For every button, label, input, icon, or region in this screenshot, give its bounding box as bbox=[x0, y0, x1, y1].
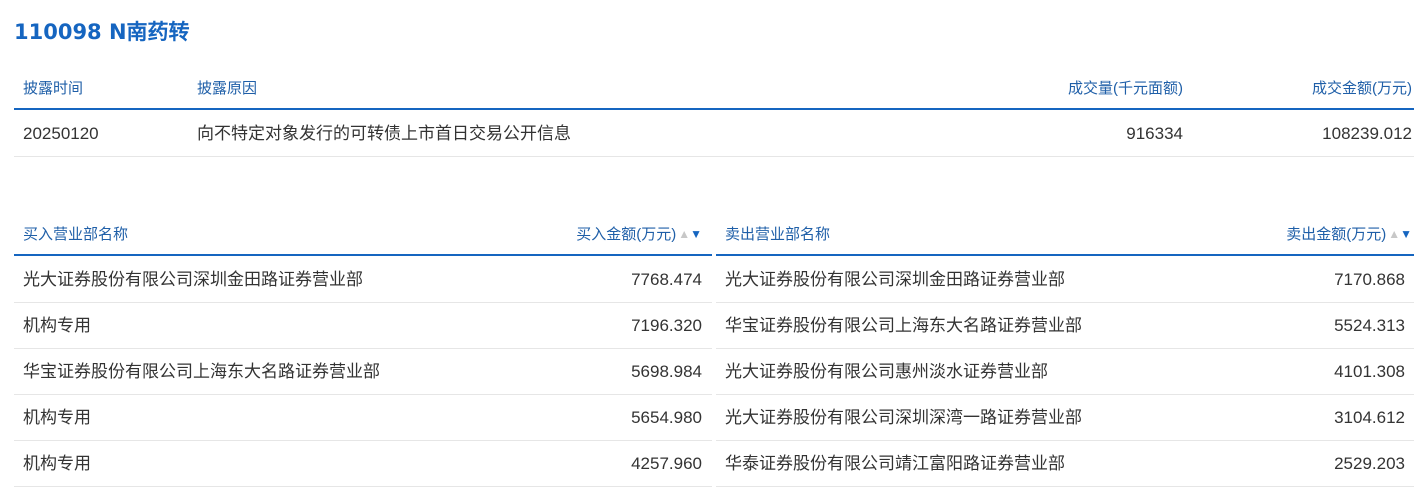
sort-descending-icon[interactable]: ▼ bbox=[690, 227, 702, 241]
cell-sell-amount: 2529.203 bbox=[1334, 454, 1405, 473]
cell-sell-name: 光大证券股份有限公司深圳深湾一路证券营业部 bbox=[725, 408, 1082, 427]
cell-reason: 向不特定对象发行的可转债上市首日交易公开信息 bbox=[197, 124, 571, 143]
buy-table-header: 买入营业部名称 买入金额(万元) ▲▼ bbox=[14, 216, 712, 256]
col-header-date: 披露时间 bbox=[23, 80, 84, 97]
table-row: 光大证券股份有限公司深圳金田路证券营业部 7768.474 bbox=[14, 258, 712, 303]
cell-sell-name: 光大证券股份有限公司深圳金田路证券营业部 bbox=[725, 270, 1065, 289]
cell-sell-amount: 5524.313 bbox=[1334, 316, 1405, 335]
cell-sell-name: 光大证券股份有限公司惠州淡水证券营业部 bbox=[725, 362, 1048, 381]
sort-ascending-icon[interactable]: ▲ bbox=[678, 227, 690, 241]
col-header-volume: 成交量(千元面额) bbox=[1068, 80, 1183, 97]
table-row: 光大证券股份有限公司惠州淡水证券营业部 4101.308 bbox=[716, 350, 1414, 395]
table-row: 华宝证券股份有限公司上海东大名路证券营业部 5698.984 bbox=[14, 350, 712, 395]
cell-buy-amount: 4257.960 bbox=[631, 454, 702, 473]
table-row: 20250120 向不特定对象发行的可转债上市首日交易公开信息 916334 1… bbox=[14, 112, 1414, 157]
col-header-buy-name: 买入营业部名称 bbox=[23, 226, 129, 243]
col-header-sell-amount-label: 卖出金额(万元) bbox=[1286, 226, 1387, 243]
page-title: 110098 N南药转 bbox=[14, 20, 190, 44]
cell-buy-name: 机构专用 bbox=[23, 408, 91, 427]
col-header-amount: 成交金额(万元) bbox=[1312, 80, 1412, 97]
cell-sell-name: 华泰证券股份有限公司靖江富阳路证券营业部 bbox=[725, 454, 1065, 473]
table-row: 机构专用 4257.960 bbox=[14, 442, 712, 487]
cell-sell-name: 华宝证券股份有限公司上海东大名路证券营业部 bbox=[725, 316, 1082, 335]
sort-ascending-icon[interactable]: ▲ bbox=[1388, 227, 1400, 241]
col-header-reason: 披露原因 bbox=[197, 80, 258, 97]
cell-sell-amount: 4101.308 bbox=[1334, 362, 1405, 381]
cell-date: 20250120 bbox=[23, 124, 99, 143]
table-row: 机构专用 7196.320 bbox=[14, 304, 712, 349]
cell-buy-name: 机构专用 bbox=[23, 454, 91, 473]
col-header-sell-amount[interactable]: 卖出金额(万元) ▲▼ bbox=[1286, 216, 1412, 254]
col-header-buy-amount-label: 买入金额(万元) bbox=[576, 226, 677, 243]
disclosure-table-header: 披露时间 披露原因 成交量(千元面额) 成交金额(万元) bbox=[14, 70, 1414, 110]
cell-buy-amount: 5654.980 bbox=[631, 408, 702, 427]
col-header-sell-name: 卖出营业部名称 bbox=[725, 226, 831, 243]
cell-buy-amount: 7768.474 bbox=[631, 270, 702, 289]
cell-buy-amount: 5698.984 bbox=[631, 362, 702, 381]
cell-buy-name: 机构专用 bbox=[23, 316, 91, 335]
cell-sell-amount: 3104.612 bbox=[1334, 408, 1405, 427]
table-row: 机构专用 5654.980 bbox=[14, 396, 712, 441]
sort-descending-icon[interactable]: ▼ bbox=[1400, 227, 1412, 241]
table-row: 光大证券股份有限公司深圳金田路证券营业部 7170.868 bbox=[716, 258, 1414, 303]
cell-amount: 108239.012 bbox=[1322, 124, 1412, 143]
sell-table-header: 卖出营业部名称 卖出金额(万元) ▲▼ bbox=[716, 216, 1414, 256]
table-row: 华泰证券股份有限公司靖江富阳路证券营业部 2529.203 bbox=[716, 442, 1414, 487]
table-row: 光大证券股份有限公司深圳深湾一路证券营业部 3104.612 bbox=[716, 396, 1414, 441]
col-header-buy-amount[interactable]: 买入金额(万元) ▲▼ bbox=[576, 216, 702, 254]
table-row: 华宝证券股份有限公司上海东大名路证券营业部 5524.313 bbox=[716, 304, 1414, 349]
cell-sell-amount: 7170.868 bbox=[1334, 270, 1405, 289]
cell-buy-amount: 7196.320 bbox=[631, 316, 702, 335]
cell-volume: 916334 bbox=[1126, 124, 1183, 143]
cell-buy-name: 光大证券股份有限公司深圳金田路证券营业部 bbox=[23, 270, 363, 289]
cell-buy-name: 华宝证券股份有限公司上海东大名路证券营业部 bbox=[23, 362, 380, 381]
